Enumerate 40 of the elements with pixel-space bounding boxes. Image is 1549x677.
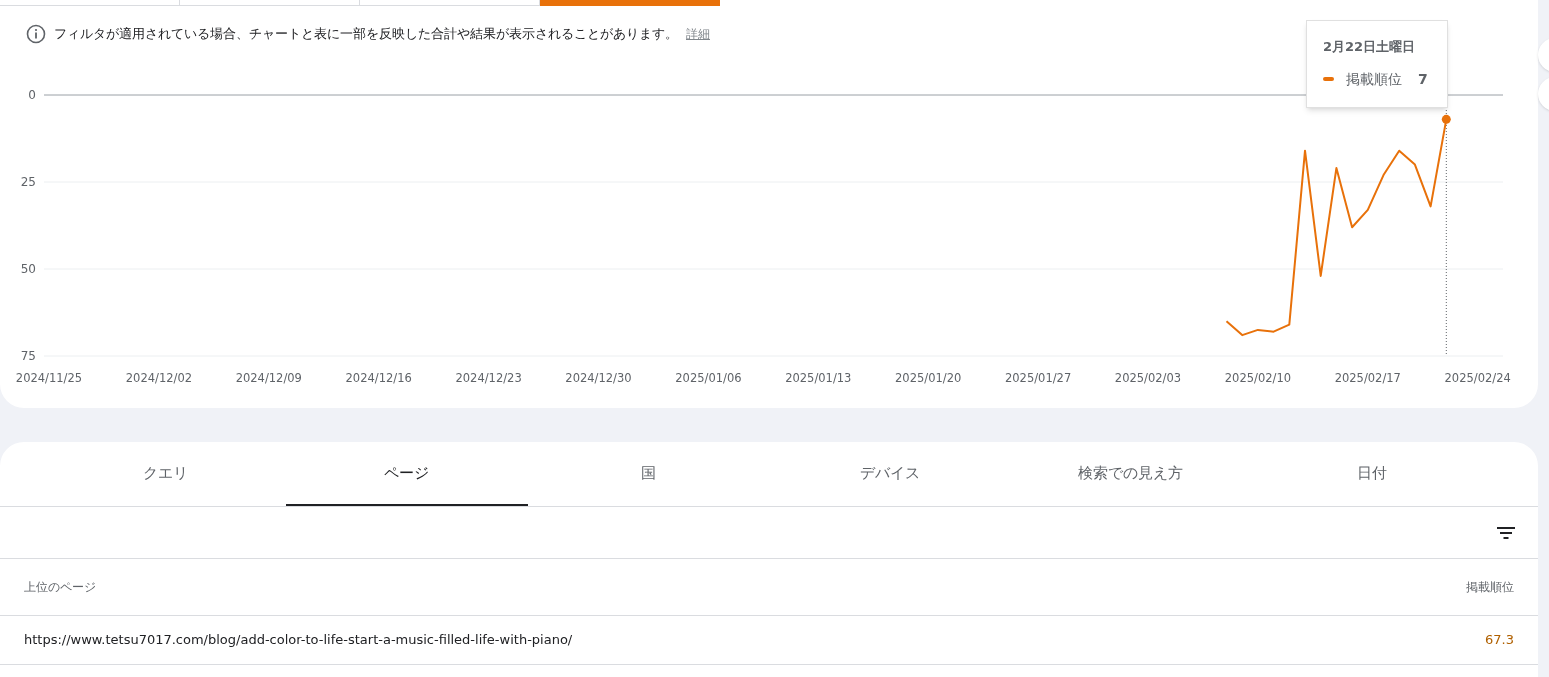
x-tick-label: 2025/01/06	[675, 371, 742, 385]
x-tick-label: 2024/12/09	[235, 371, 302, 385]
x-tick-label: 2025/02/03	[1114, 371, 1182, 385]
dimension-tab[interactable]: デバイス	[769, 442, 1011, 506]
y-tick-label: 25	[20, 175, 36, 189]
y-tick-label: 0	[28, 88, 36, 102]
dimension-tab[interactable]: 国	[527, 442, 769, 506]
x-tick-label: 2025/01/13	[785, 371, 852, 385]
dimension-tab[interactable]: クエリ	[45, 442, 287, 506]
dimension-tab[interactable]: 検索での見え方	[1010, 442, 1252, 506]
column-header[interactable]: 上位のページ	[24, 578, 96, 596]
column-header[interactable]: 掲載順位	[1466, 578, 1514, 596]
tooltip-date: 2月22日土曜日	[1323, 38, 1417, 56]
x-tick-label: 2025/01/27	[1004, 371, 1072, 385]
metric-card[interactable]	[540, 0, 720, 6]
y-tick-label: 50	[20, 262, 36, 276]
x-tick-label: 2024/11/25	[15, 371, 83, 385]
filter-icon[interactable]	[1496, 525, 1516, 540]
table-cell-text: 67.3	[1485, 631, 1514, 650]
tooltip-value: 7	[1418, 69, 1428, 89]
dimension-tab[interactable]: ページ	[286, 442, 528, 506]
x-tick-label: 2025/02/24	[1444, 371, 1511, 385]
x-tick-label: 2024/12/02	[125, 371, 193, 385]
dimension-tab[interactable]: 日付	[1251, 442, 1493, 506]
x-tick-label: 2025/02/17	[1334, 371, 1401, 385]
x-tick-label: 2024/12/16	[345, 371, 412, 385]
x-tick-label: 2024/12/30	[565, 371, 632, 385]
metric-card[interactable]	[0, 0, 180, 6]
filter-notice: フィルタが適用されている場合、チャートと表に一部を反映した合計や結果が表示されることがあります。	[54, 24, 678, 43]
y-tick-label: 75	[20, 349, 36, 363]
x-tick-label: 2024/12/23	[455, 371, 522, 385]
x-tick-label: 2025/01/20	[895, 371, 962, 385]
tooltip-metric: 掲載順位	[1346, 69, 1402, 89]
x-tick-label: 2025/02/10	[1224, 371, 1292, 385]
details-link[interactable]: 詳細	[686, 25, 710, 43]
metric-card[interactable]	[180, 0, 360, 6]
hover-point	[1441, 114, 1451, 124]
info-icon	[26, 24, 46, 44]
table-cell-text: https://www.tetsu7017.com/blog/add-color-to-life-start-a-music-filled-life-with-piano/	[24, 631, 573, 650]
metric-card[interactable]	[360, 0, 540, 6]
